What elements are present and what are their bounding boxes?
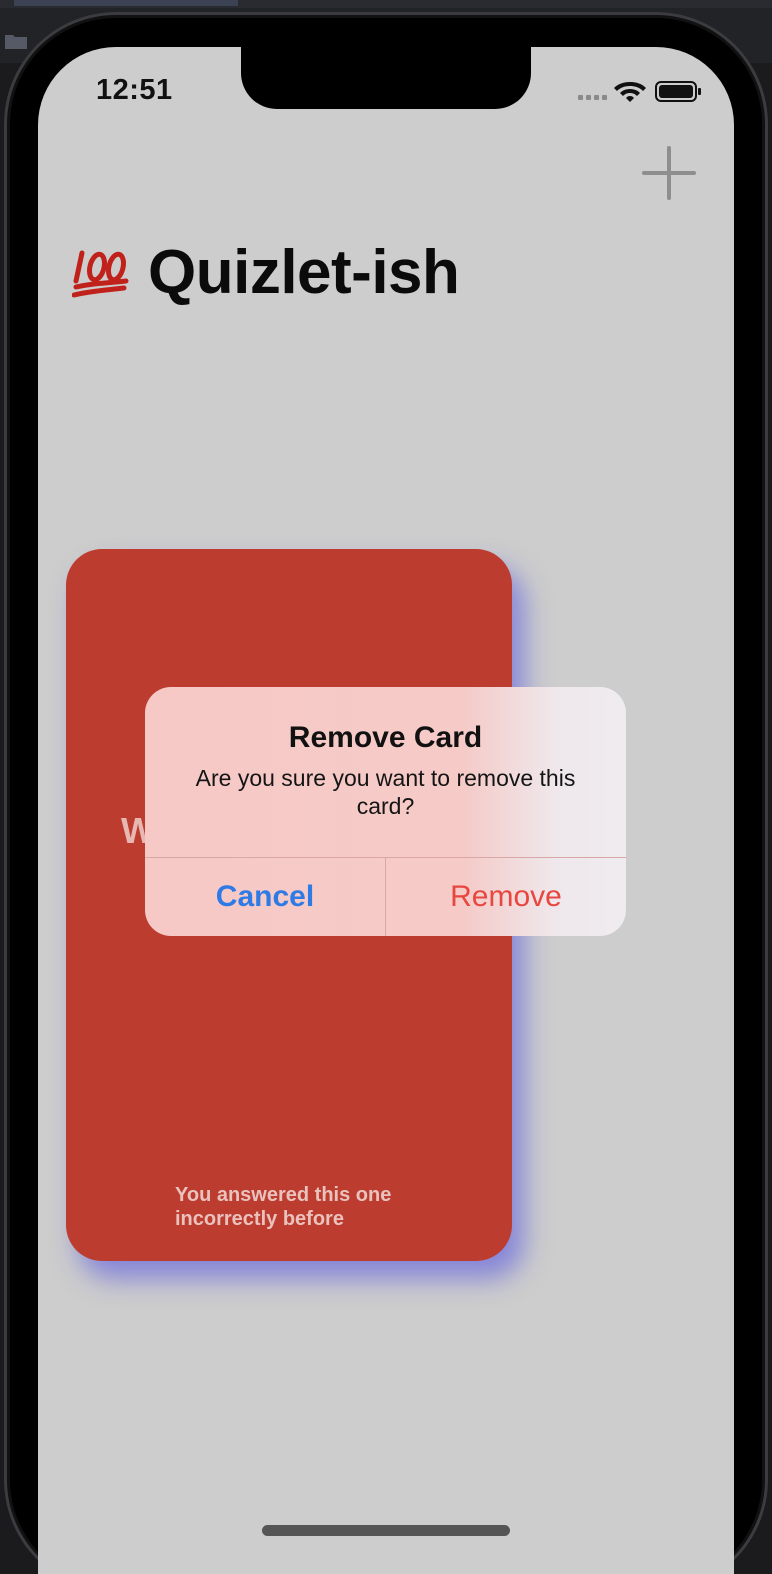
device-notch bbox=[241, 47, 531, 109]
cancel-button[interactable]: Cancel bbox=[145, 858, 385, 936]
cellular-signal-icon bbox=[578, 95, 607, 100]
app-window: 12:51 Quizlet-ish W You answered this on… bbox=[0, 0, 772, 1574]
status-time: 12:51 bbox=[96, 74, 173, 106]
host-window-topbar bbox=[0, 0, 772, 8]
alert-title: Remove Card bbox=[288, 721, 483, 754]
page-header: Quizlet-ish bbox=[72, 232, 460, 312]
battery-icon bbox=[655, 81, 701, 102]
plus-icon bbox=[642, 146, 696, 200]
remove-button[interactable]: Remove bbox=[386, 858, 626, 936]
folder-icon bbox=[5, 35, 27, 49]
page-title: Quizlet-ish bbox=[148, 237, 460, 307]
add-card-button[interactable] bbox=[642, 146, 696, 200]
home-indicator[interactable] bbox=[262, 1525, 510, 1536]
wifi-icon bbox=[614, 82, 646, 102]
host-tab-indicator bbox=[14, 0, 238, 6]
card-incorrect-note: You answered this one incorrectly before bbox=[175, 1184, 392, 1230]
alert-message: Are you sure you want to remove this car… bbox=[195, 765, 576, 819]
remove-card-alert: Remove Card Are you sure you want to rem… bbox=[145, 687, 626, 936]
hundred-points-icon bbox=[72, 250, 129, 298]
status-icons bbox=[578, 81, 701, 102]
